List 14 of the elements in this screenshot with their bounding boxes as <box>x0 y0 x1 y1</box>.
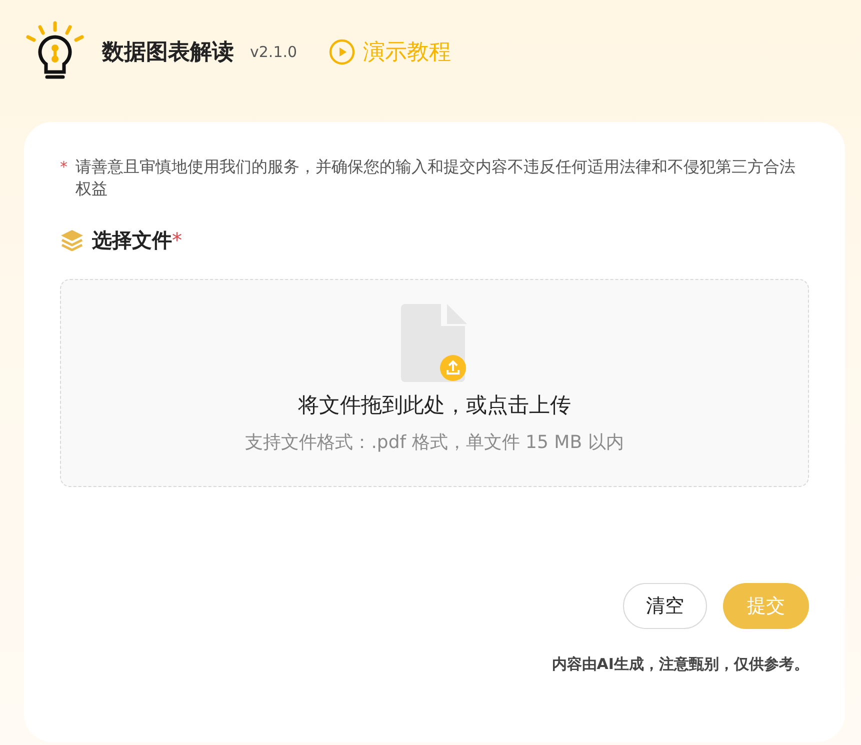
section-label: 选择文件 <box>92 226 172 254</box>
play-icon <box>329 39 356 65</box>
upload-dropzone[interactable]: 将文件拖到此处，或点击上传 支持文件格式：.pdf 格式，单文件 15 MB 以内 <box>60 278 809 487</box>
notice-text: 请善意且审慎地使用我们的服务，并确保您的输入和提交内容不违反任何适用法律和不侵犯第三方合法权益 <box>76 156 796 200</box>
upload-hint: 支持文件格式：.pdf 格式，单文件 15 MB 以内 <box>245 431 624 456</box>
required-mark: * <box>60 157 68 178</box>
clear-button[interactable]: 清空 <box>623 582 707 630</box>
file-upload-icon <box>400 304 468 382</box>
ai-disclaimer: 内容由AI生成，注意甄别，仅供参考。 <box>550 654 809 676</box>
version-label: v2.1.0 <box>250 42 298 63</box>
required-mark: * <box>172 226 182 254</box>
upload-instruction: 将文件拖到此处，或点击上传 <box>298 392 571 419</box>
app-title: 数据图表解读 <box>102 38 234 66</box>
layers-icon <box>60 228 84 251</box>
